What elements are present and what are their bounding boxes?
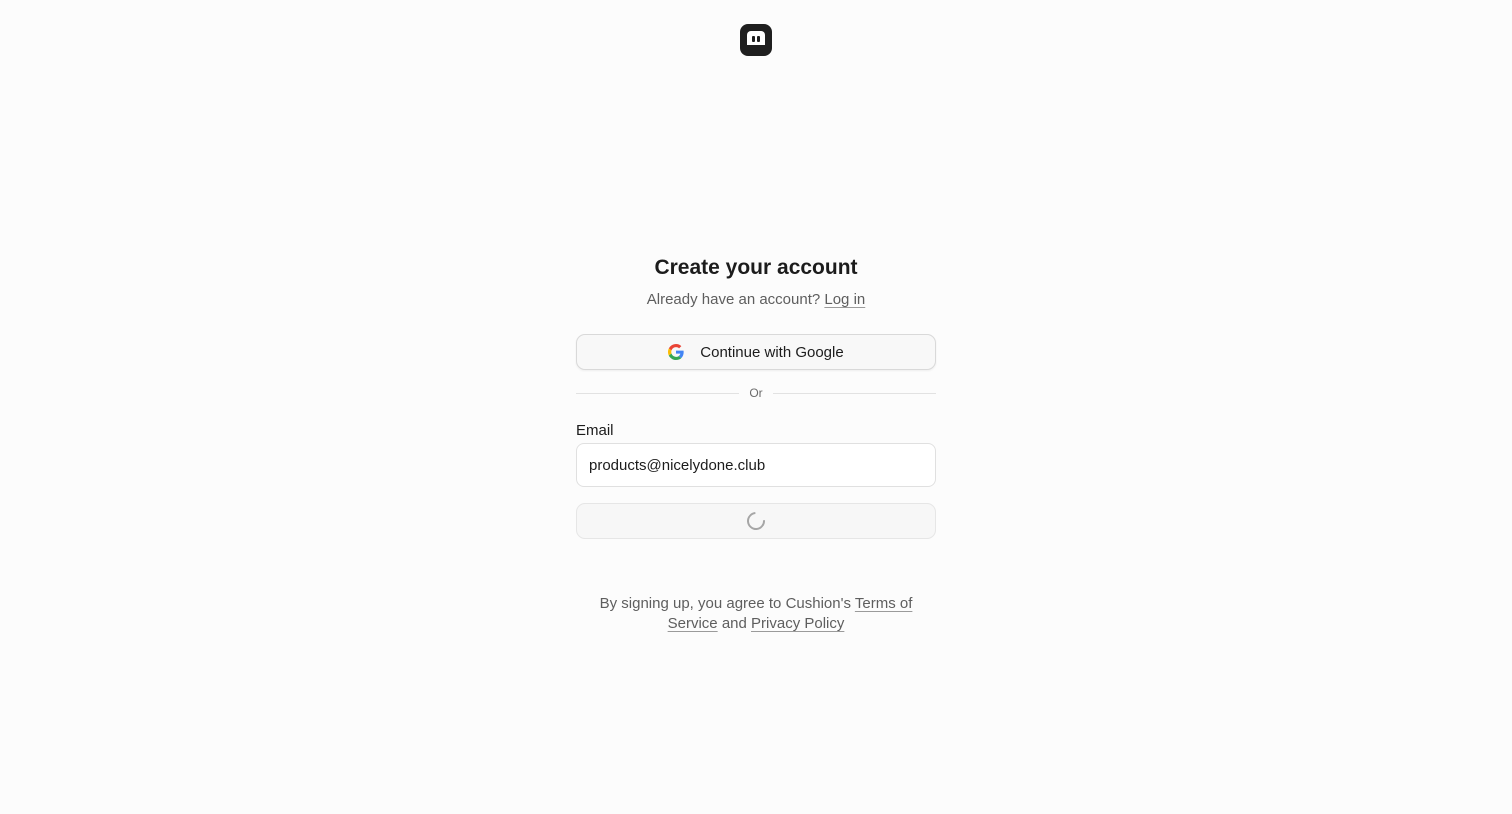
page-title: Create your account (654, 256, 858, 279)
divider-label: Or (749, 386, 763, 400)
terms-conjunction: and (721, 615, 747, 632)
spinner-icon (743, 508, 769, 534)
terms-prefix: By signing up, you agree to Cushion's (599, 595, 851, 612)
email-label: Email (576, 422, 614, 439)
email-field[interactable] (576, 443, 936, 487)
signup-page: Create your account Already have an acco… (0, 0, 1512, 814)
google-button-label: Continue with Google (700, 343, 844, 361)
divider-line-left (576, 392, 740, 394)
login-link[interactable]: Log in (824, 291, 865, 308)
divider-line-right (772, 392, 936, 394)
google-icon (668, 344, 684, 360)
login-prompt-text: Already have an account? (646, 291, 821, 308)
submit-button[interactable] (576, 503, 936, 539)
login-prompt: Already have an account? Log in (576, 288, 936, 312)
cushion-logo-icon[interactable] (740, 24, 772, 56)
signup-form: Create your account Already have an acco… (576, 252, 936, 539)
continue-with-google-button[interactable]: Continue with Google (576, 334, 936, 370)
terms-notice: By signing up, you agree to Cushion's Te… (576, 594, 936, 634)
privacy-policy-link[interactable]: Privacy Policy (751, 615, 844, 632)
or-divider: Or (576, 384, 936, 402)
